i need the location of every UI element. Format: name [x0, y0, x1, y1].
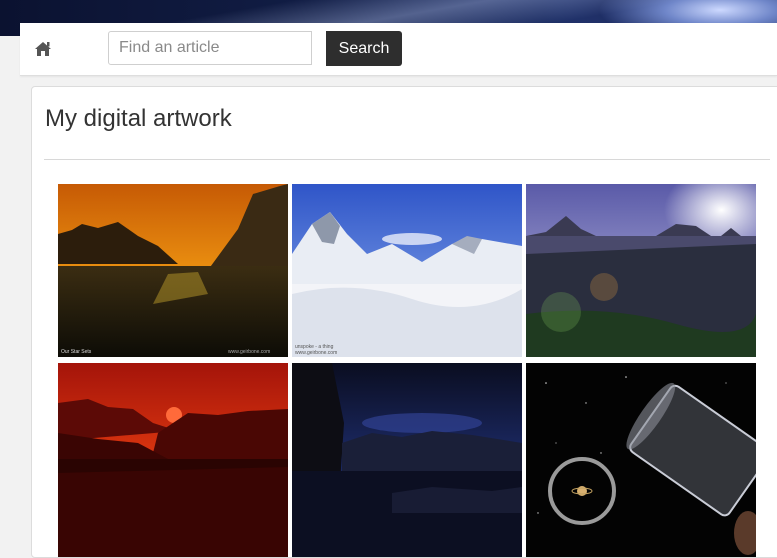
artwork-image — [526, 184, 756, 357]
gallery-item-telescope[interactable] — [526, 363, 756, 557]
artwork-image: Our Star Sets www.geirbone.com — [58, 184, 288, 357]
content-panel: My digital artwork Our Star Sets www.gei… — [31, 86, 777, 558]
artwork-image: unspoke - a thing www.geirbone.com — [292, 184, 522, 357]
artwork-image — [58, 363, 288, 557]
search-input[interactable] — [108, 31, 312, 65]
artwork-image — [292, 363, 522, 557]
gallery-item-snow-mountains[interactable]: unspoke - a thing www.geirbone.com — [292, 184, 522, 357]
caption-right: www.geirbone.com — [228, 349, 270, 355]
gallery-item-misty-lake[interactable] — [526, 184, 756, 357]
page-title: My digital artwork — [45, 105, 232, 132]
caption-left: Our Star Sets — [61, 349, 92, 355]
gallery-item-night-cliff[interactable] — [292, 363, 522, 557]
navbar: Search — [20, 23, 777, 76]
search-button[interactable]: Search — [326, 31, 402, 66]
divider — [44, 159, 770, 160]
home-icon[interactable] — [32, 38, 54, 60]
gallery-item-sunset[interactable]: Our Star Sets www.geirbone.com — [58, 184, 288, 357]
caption-right: www.geirbone.com — [295, 350, 337, 356]
artwork-image — [526, 363, 756, 557]
gallery-item-red-sky[interactable] — [58, 363, 288, 557]
